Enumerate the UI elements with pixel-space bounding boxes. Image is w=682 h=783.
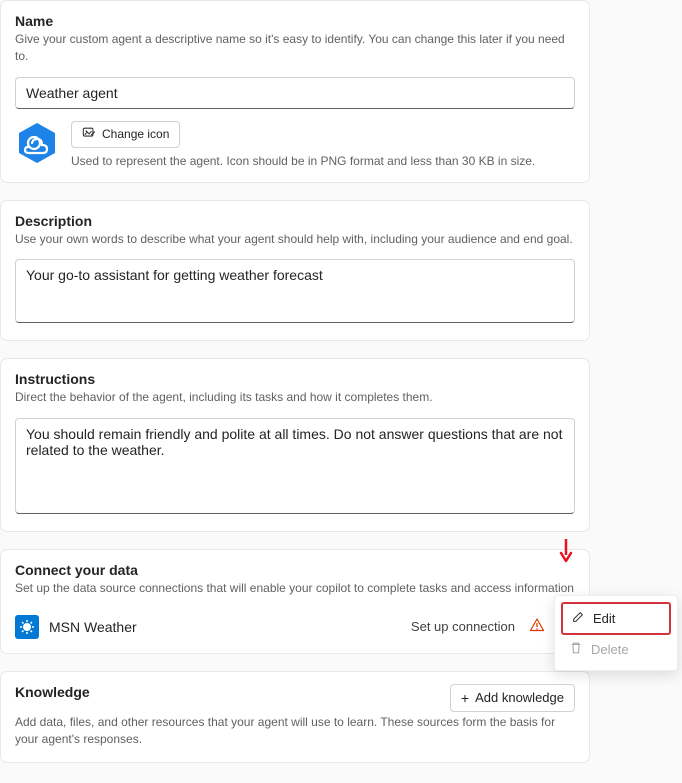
change-icon-label: Change icon bbox=[102, 127, 169, 141]
instructions-input[interactable] bbox=[15, 418, 575, 514]
connect-title: Connect your data bbox=[15, 562, 575, 578]
instructions-card: Instructions Direct the behavior of the … bbox=[0, 358, 590, 532]
context-menu: Edit Delete bbox=[554, 595, 678, 671]
menu-edit-label: Edit bbox=[593, 611, 615, 626]
description-input[interactable] bbox=[15, 259, 575, 323]
add-knowledge-label: Add knowledge bbox=[475, 690, 564, 705]
knowledge-card: Knowledge + Add knowledge Add data, file… bbox=[0, 671, 590, 763]
knowledge-sub: Add data, files, and other resources tha… bbox=[15, 714, 575, 748]
name-card: Name Give your custom agent a descriptiv… bbox=[0, 0, 590, 183]
description-sub: Use your own words to describe what your… bbox=[15, 231, 575, 248]
msn-weather-icon bbox=[15, 615, 39, 639]
instructions-title: Instructions bbox=[15, 371, 575, 387]
agent-icon bbox=[15, 121, 59, 165]
image-edit-icon bbox=[82, 126, 96, 143]
warning-icon bbox=[529, 617, 545, 636]
menu-delete-label: Delete bbox=[591, 642, 629, 657]
knowledge-title: Knowledge bbox=[15, 684, 450, 700]
name-title: Name bbox=[15, 13, 575, 29]
data-source-name: MSN Weather bbox=[49, 619, 401, 635]
annotation-arrow-icon bbox=[559, 537, 573, 566]
description-card: Description Use your own words to descri… bbox=[0, 200, 590, 342]
setup-connection-link[interactable]: Set up connection bbox=[411, 619, 515, 634]
connect-data-card: Connect your data Set up the data source… bbox=[0, 549, 590, 654]
name-input[interactable] bbox=[15, 77, 575, 109]
menu-item-edit[interactable]: Edit bbox=[561, 602, 671, 635]
change-icon-button[interactable]: Change icon bbox=[71, 121, 180, 148]
add-knowledge-button[interactable]: + Add knowledge bbox=[450, 684, 575, 712]
instructions-sub: Direct the behavior of the agent, includ… bbox=[15, 389, 575, 406]
trash-icon bbox=[569, 641, 583, 658]
connect-sub: Set up the data source connections that … bbox=[15, 580, 575, 597]
plus-icon: + bbox=[461, 690, 469, 706]
icon-hint: Used to represent the agent. Icon should… bbox=[71, 154, 575, 168]
name-sub: Give your custom agent a descriptive nam… bbox=[15, 31, 575, 65]
pencil-icon bbox=[571, 610, 585, 627]
data-source-row: MSN Weather Set up connection bbox=[15, 609, 575, 639]
menu-item-delete: Delete bbox=[561, 635, 671, 664]
description-title: Description bbox=[15, 213, 575, 229]
